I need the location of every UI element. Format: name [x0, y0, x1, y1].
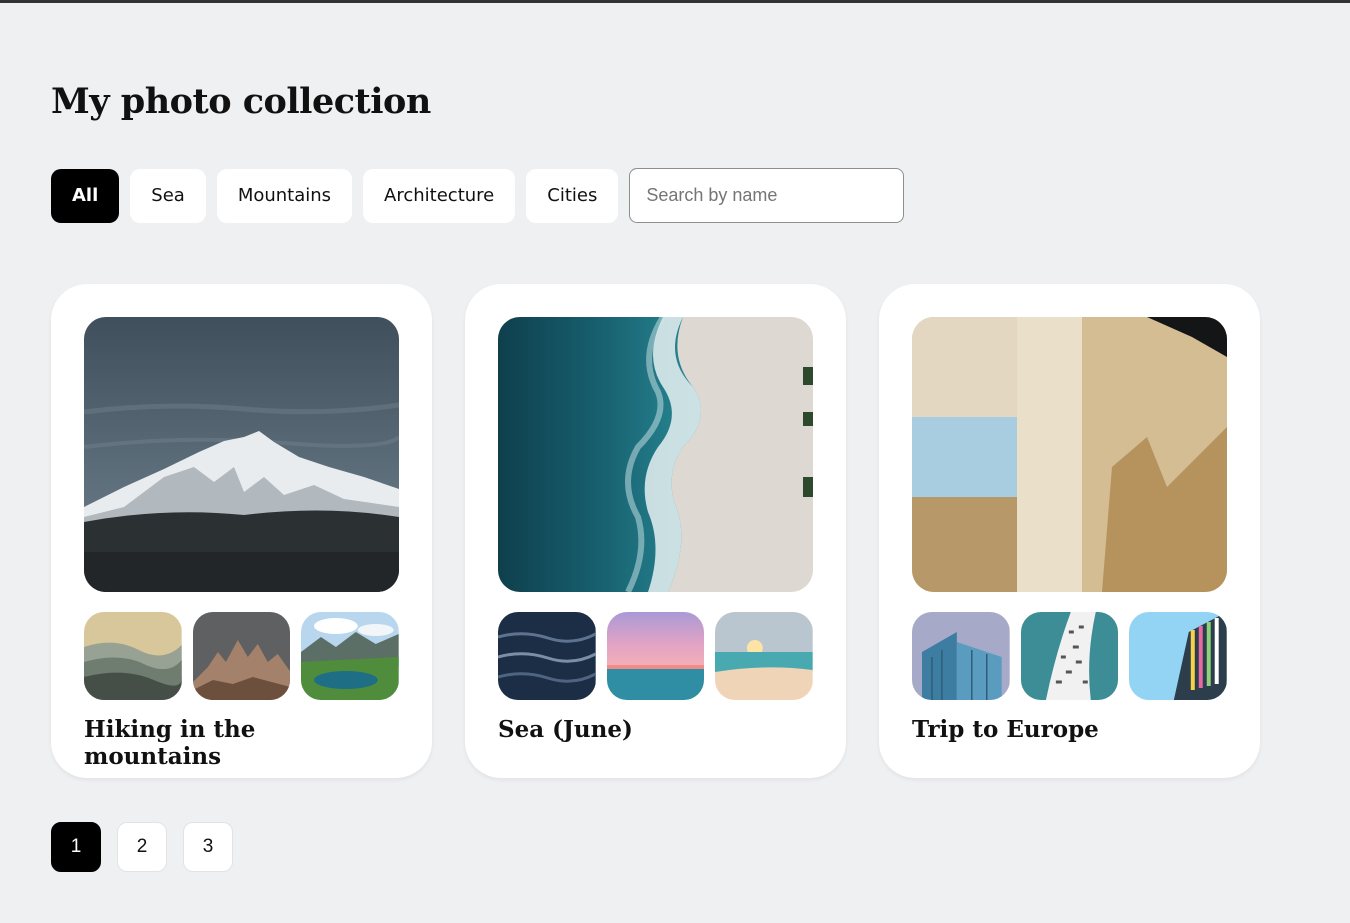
filter-sea-button[interactable]: Sea	[130, 168, 206, 223]
thumb-photo-sunset-sea	[606, 612, 705, 700]
filter-mountains-button[interactable]: Mountains	[216, 168, 353, 223]
pagination: 1 2 3	[51, 822, 233, 872]
thumb-photo-dark-waves	[498, 612, 596, 700]
collection-title: Hiking in the mountains	[84, 716, 256, 770]
page-button-3[interactable]: 3	[183, 822, 233, 872]
thumb-photo-curved-tower	[1020, 612, 1119, 700]
page-title: My photo collection	[51, 81, 431, 122]
thumb-photo-rocky-peaks	[192, 612, 291, 700]
cover-photo-beach-aerial	[498, 317, 813, 592]
category-filter-bar: All Sea Mountains Architecture Cities	[51, 168, 905, 223]
filter-all-button[interactable]: All	[51, 168, 120, 223]
filter-architecture-button[interactable]: Architecture	[363, 168, 516, 223]
thumb-photo-colorful-facade	[1129, 612, 1228, 700]
search-input[interactable]	[629, 168, 905, 223]
collection-card[interactable]: Sea (June)	[465, 284, 846, 778]
thumb-photo-glass-building	[912, 612, 1010, 700]
cover-photo-mountain	[84, 317, 399, 592]
collection-title: Sea (June)	[498, 716, 633, 743]
cover-photo-architecture	[912, 317, 1227, 592]
thumb-photo-beach-sunset	[715, 612, 814, 700]
collection-title: Trip to Europe	[912, 716, 1099, 743]
collections-grid: Hiking in the mountains Sea (June) Trip …	[51, 284, 1260, 778]
filter-cities-button[interactable]: Cities	[526, 168, 619, 223]
page-button-2[interactable]: 2	[117, 822, 167, 872]
thumb-photo-misty-hills	[84, 612, 182, 700]
thumb-photo-alpine-lake	[301, 612, 400, 700]
page-button-1[interactable]: 1	[51, 822, 101, 872]
collection-card[interactable]: Hiking in the mountains	[51, 284, 432, 778]
collection-card[interactable]: Trip to Europe	[879, 284, 1260, 778]
